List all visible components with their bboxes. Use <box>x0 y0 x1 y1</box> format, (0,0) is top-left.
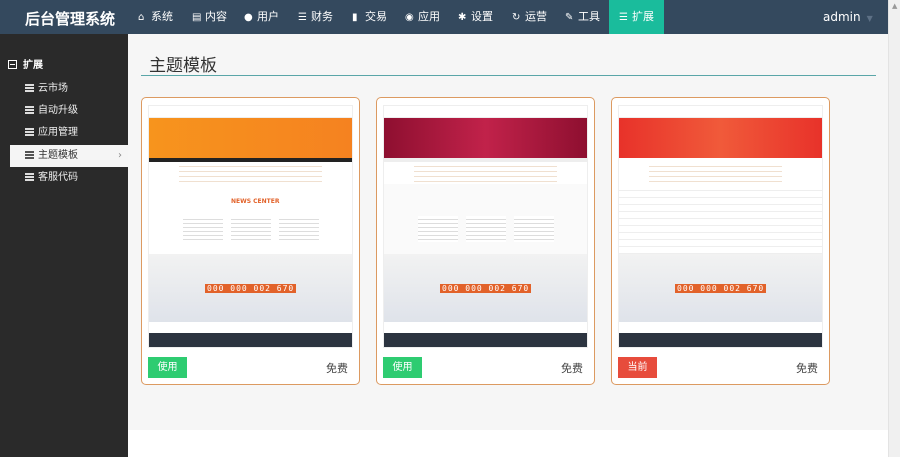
bar-chart-icon: ▮ <box>352 12 358 23</box>
list-icon <box>25 106 34 114</box>
sidebar: 扩展 云市场 自动升级 应用管理 主题模板 › 客服代码 <box>0 34 128 457</box>
theme-card: 000 000 002 670 当前 免费 <box>611 97 830 385</box>
sidebar-item-auto-upgrade[interactable]: 自动升级 <box>10 100 128 122</box>
sidebar-item-label: 主题模板 <box>38 150 78 161</box>
chevron-right-icon: › <box>118 150 122 161</box>
theme-card: NEWS CENTER 000 000 002 670 使用 免费 <box>141 97 360 385</box>
home-icon: ⌂ <box>138 12 145 23</box>
nav-trade[interactable]: ▮ 交易 <box>352 0 387 34</box>
current-theme-button[interactable]: 当前 <box>618 357 657 378</box>
top-navbar: 后台管理系统 ⌂ 系统 ▤ 内容 ● 用户 ☰ 财务 ▮ 交易 ◉ 应用 ✱ 设置 ↻ 运营 ✎… <box>0 0 888 34</box>
list-icon <box>25 84 34 92</box>
menu-icon: ☰ <box>619 12 628 23</box>
nav-label: 系统 <box>151 10 173 23</box>
use-theme-button[interactable]: 使用 <box>383 357 422 378</box>
username: admin <box>823 10 861 24</box>
nav-label: 应用 <box>418 10 440 23</box>
sidebar-item-label: 应用管理 <box>38 127 78 138</box>
theme-preview[interactable]: 000 000 002 670 <box>383 105 588 348</box>
nav-system[interactable]: ⌂ 系统 <box>138 0 173 34</box>
counter: 000 000 002 670 <box>675 284 767 293</box>
nav-finance[interactable]: ☰ 财务 <box>298 0 333 34</box>
page-title: 主题模板 <box>149 56 217 76</box>
price-label: 免费 <box>796 362 818 375</box>
list-icon <box>25 151 34 159</box>
list-icon <box>25 173 34 181</box>
sidebar-item-cloud-market[interactable]: 云市场 <box>10 78 128 100</box>
scroll-up-icon[interactable]: ▲ <box>892 2 897 10</box>
counter: 000 000 002 670 <box>205 284 297 293</box>
sidebar-item-themes[interactable]: 主题模板 › <box>10 145 128 167</box>
caret-down-icon: ▼ <box>866 14 873 23</box>
wrench-icon: ✎ <box>565 12 574 23</box>
nav-label: 财务 <box>311 10 333 23</box>
list-icon: ☰ <box>298 12 307 23</box>
nav-label: 运营 <box>525 10 547 23</box>
document-icon: ▤ <box>192 12 202 23</box>
user-menu[interactable]: admin ▼ <box>823 0 873 36</box>
counter: 000 000 002 670 <box>440 284 532 293</box>
nav-settings[interactable]: ✱ 设置 <box>458 0 493 34</box>
gear-icon: ✱ <box>458 12 467 23</box>
nav-label: 扩展 <box>632 10 654 23</box>
nav-label: 用户 <box>257 10 279 23</box>
nav-label: 内容 <box>205 10 227 23</box>
brand-title: 后台管理系统 <box>25 10 116 28</box>
nav-content[interactable]: ▤ 内容 <box>192 0 227 34</box>
share-icon: ↻ <box>512 12 521 23</box>
scrollbar[interactable]: ▲ <box>888 0 900 457</box>
nav-label: 工具 <box>578 10 600 23</box>
theme-preview[interactable]: 000 000 002 670 <box>618 105 823 348</box>
sidebar-section-extensions[interactable]: 扩展 <box>8 56 43 71</box>
nav-apps[interactable]: ◉ 应用 <box>405 0 440 34</box>
section-label: 扩展 <box>23 60 43 71</box>
theme-card: 000 000 002 670 使用 免费 <box>376 97 595 385</box>
nav-operations[interactable]: ↻ 运营 <box>512 0 547 34</box>
nav-label: 交易 <box>365 10 387 23</box>
title-divider <box>141 75 876 76</box>
list-icon <box>25 128 34 136</box>
sidebar-item-label: 自动升级 <box>38 105 78 116</box>
sidebar-item-service-code[interactable]: 客服代码 <box>10 167 128 189</box>
nav-user[interactable]: ● 用户 <box>244 0 279 34</box>
main-content: 主题模板 NEWS CENTER 000 000 002 670 使用 免费 0… <box>128 34 888 430</box>
price-label: 免费 <box>561 362 583 375</box>
globe-icon: ◉ <box>405 12 414 23</box>
user-icon: ● <box>244 12 253 23</box>
use-theme-button[interactable]: 使用 <box>148 357 187 378</box>
footer-area <box>128 430 888 457</box>
price-label: 免费 <box>326 362 348 375</box>
nav-extensions[interactable]: ☰ 扩展 <box>609 0 664 34</box>
sidebar-item-label: 客服代码 <box>38 172 78 183</box>
news-heading: NEWS CENTER <box>231 198 280 205</box>
nav-tools[interactable]: ✎ 工具 <box>565 0 600 34</box>
nav-label: 设置 <box>471 10 493 23</box>
theme-preview[interactable]: NEWS CENTER 000 000 002 670 <box>148 105 353 348</box>
sidebar-item-app-management[interactable]: 应用管理 <box>10 122 128 144</box>
collapse-icon <box>8 60 17 69</box>
sidebar-item-label: 云市场 <box>38 83 68 94</box>
